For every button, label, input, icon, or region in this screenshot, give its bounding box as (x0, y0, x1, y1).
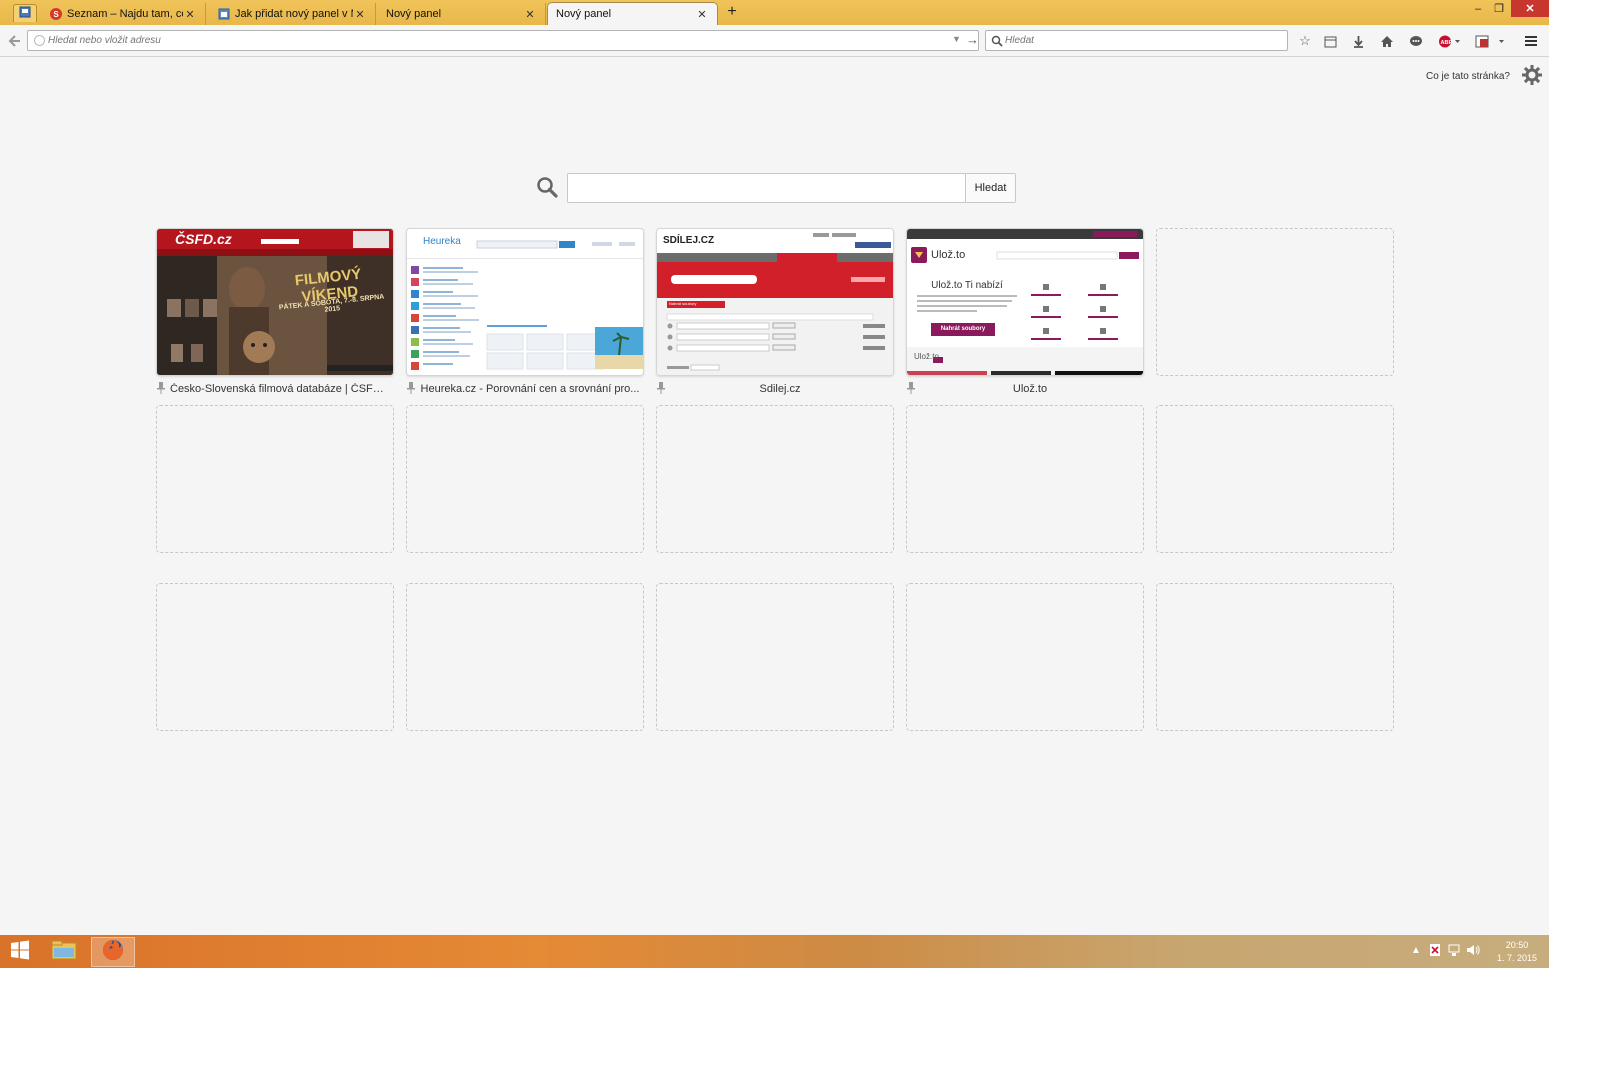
history-dropdown-icon[interactable]: ▼ (952, 34, 961, 44)
clock-time[interactable]: 20:50 (1490, 940, 1544, 950)
close-tab-icon[interactable]: ✕ (523, 8, 537, 21)
ulozto-heading: Ulož.to Ti nabízí (931, 280, 1003, 291)
sdilej-tab-label: Nahrát soubory (669, 301, 697, 306)
search-input[interactable] (1005, 32, 1275, 49)
file-explorer-icon (50, 939, 78, 966)
ulozto-logo: Ulož.to (931, 249, 966, 261)
tab-bar: S Seznam – Najdu tam, co n... ✕ Jak přid… (0, 0, 1549, 25)
new-tab-button[interactable]: + (724, 3, 740, 21)
tile-title[interactable]: Česko-Slovenská filmová databáze | ČSFD.… (156, 383, 394, 395)
adblock-icon[interactable]: ABP (1438, 33, 1462, 49)
tab-jak-pridat[interactable]: Jak přidat nový panel v Mo... ✕ (210, 3, 376, 25)
thumbnail-sdilej: SDÍLEJ.CZ Nahrát soubory (657, 229, 893, 375)
download-icon[interactable] (1350, 33, 1366, 49)
empty-tile (656, 583, 894, 731)
empty-tile (406, 405, 644, 553)
ulozto-upload-button: Nahrát soubory (940, 326, 986, 332)
url-bar[interactable]: ▼ → (27, 30, 979, 51)
what-is-this-page-link[interactable]: Co je tato stránka? (1426, 71, 1510, 82)
hamburger-menu-icon[interactable] (1523, 33, 1539, 49)
thumbnail-ulozto: Ulož.to Ulož.to Ti nabízí Nahrát soubory… (907, 229, 1143, 375)
tab-label: Jak přidat nový panel v Mo... (235, 8, 353, 20)
tab-label: Nový panel (386, 8, 442, 20)
url-input[interactable] (48, 32, 948, 49)
thumbnail-csfd: ČSFD.cz FILMOVÝ VÍKEND PÁTEK A SOBOTA, 7… (157, 229, 393, 375)
tab-label: Seznam – Najdu tam, co n... (67, 8, 183, 20)
navigation-bar: ▼ → ☆ ABP (0, 25, 1549, 57)
tray-expand-icon[interactable]: ▲ (1411, 945, 1421, 956)
gear-icon[interactable] (1521, 64, 1543, 86)
tab-novy-panel-1[interactable]: Nový panel ✕ (378, 3, 546, 25)
windows-start-icon (10, 940, 30, 965)
seznam-s-icon: S (50, 8, 62, 20)
pinned-tab[interactable] (13, 4, 37, 22)
close-tab-icon[interactable]: ✕ (353, 8, 367, 21)
home-icon[interactable] (1379, 33, 1395, 49)
search-button[interactable]: Hledat (965, 174, 1015, 202)
tile-ulozto[interactable]: Ulož.to Ulož.to Ti nabízí Nahrát soubory… (906, 228, 1144, 376)
svg-text:ABP: ABP (1441, 40, 1453, 46)
empty-tile (156, 405, 394, 553)
firefox-icon (101, 938, 125, 967)
action-center-icon[interactable] (1429, 943, 1441, 960)
close-window-button[interactable]: ✕ (1511, 0, 1549, 17)
tile-sdilej[interactable]: SDÍLEJ.CZ Nahrát soubory (656, 228, 894, 376)
page-search-input[interactable] (568, 174, 964, 202)
close-tab-icon[interactable]: ✕ (183, 8, 197, 21)
tab-seznam[interactable]: S Seznam – Najdu tam, co n... ✕ (42, 3, 206, 25)
empty-tile (1156, 583, 1394, 731)
tile-title[interactable]: Ulož.to (906, 383, 1144, 395)
empty-tile (906, 583, 1144, 731)
csfd-logo: ČSFD.cz (175, 231, 232, 247)
site-info-icon[interactable] (34, 35, 45, 46)
search-icon (536, 176, 558, 198)
close-tab-icon[interactable]: ✕ (695, 8, 709, 21)
back-arrow-icon[interactable] (5, 31, 25, 51)
pinned-tab-icon (19, 5, 31, 23)
heureka-logo: Heureka (423, 236, 461, 247)
page-icon (218, 8, 230, 20)
tile-title[interactable]: Sdilej.cz (656, 383, 894, 395)
chat-icon[interactable] (1408, 33, 1424, 49)
clock-date[interactable]: 1. 7. 2015 (1490, 953, 1544, 963)
page-search-box: Hledat (567, 173, 1016, 203)
volume-icon[interactable] (1466, 943, 1480, 960)
firefox-taskbar-button[interactable] (91, 937, 135, 967)
search-icon (991, 34, 1003, 52)
taskbar: ▲ (0, 935, 1549, 968)
tile-csfd[interactable]: ČSFD.cz FILMOVÝ VÍKEND PÁTEK A SOBOTA, 7… (156, 228, 394, 376)
tile-title[interactable]: Heureka.cz - Porovnání cen a srovnání pr… (406, 383, 644, 395)
translate-addon-icon[interactable] (1474, 33, 1508, 49)
network-icon[interactable] (1447, 943, 1461, 960)
restore-button[interactable]: ❐ (1488, 0, 1510, 17)
file-explorer-button[interactable] (42, 937, 86, 967)
ulozto-footer-logo: Ulož.to (914, 352, 939, 361)
search-bar[interactable] (985, 30, 1288, 51)
bookmark-star-icon[interactable]: ☆ (1297, 33, 1313, 49)
empty-tile (156, 583, 394, 731)
empty-tile (1156, 405, 1394, 553)
tab-novy-panel-active[interactable]: Nový panel ✕ (547, 2, 718, 25)
tile-heureka[interactable]: Heureka (406, 228, 644, 376)
empty-tile (656, 405, 894, 553)
start-button[interactable] (0, 937, 40, 967)
go-arrow-icon[interactable]: → (966, 32, 979, 47)
minimize-button[interactable]: – (1467, 0, 1489, 17)
bookmarks-menu-icon[interactable] (1322, 33, 1338, 49)
thumbnail-heureka: Heureka (407, 229, 643, 375)
empty-tile (1156, 228, 1394, 376)
empty-tile (906, 405, 1144, 553)
empty-tile (406, 583, 644, 731)
browser-window: S Seznam – Najdu tam, co n... ✕ Jak přid… (0, 0, 1549, 968)
tab-label: Nový panel (556, 8, 612, 20)
sdilej-logo: SDÍLEJ.CZ (663, 235, 715, 246)
